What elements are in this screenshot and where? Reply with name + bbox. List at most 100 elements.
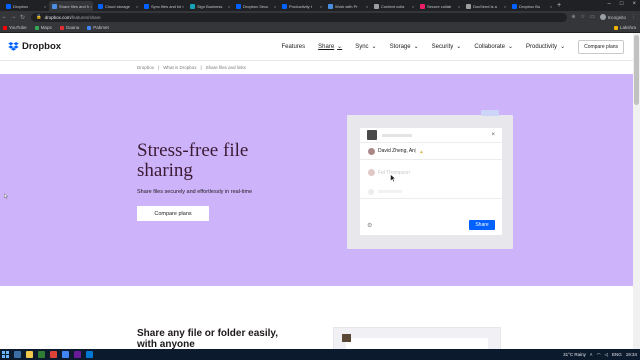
install-icon[interactable]: ⊕ [571, 14, 575, 20]
tab-close-icon[interactable]: × [504, 4, 506, 9]
incognito-label: Incognito [607, 14, 626, 20]
suggestion-row: Fel Thompson [360, 160, 502, 185]
tab-close-icon[interactable]: × [44, 4, 46, 9]
new-tab-button[interactable]: + [557, 1, 561, 11]
tab-favicon-icon [98, 3, 103, 9]
weather-text[interactable]: 31°C Rainy [563, 352, 586, 357]
nav-item-share[interactable]: Share ⌄ [318, 43, 342, 50]
chevron-down-icon: ⌄ [371, 44, 377, 50]
maximize-icon[interactable]: □ [620, 1, 624, 7]
bookmark-gaana[interactable]: Gaana [59, 25, 79, 30]
browser-tab[interactable]: Content colla × [371, 1, 415, 11]
back-icon[interactable]: ← [0, 14, 9, 20]
lock-icon: 🔒 [36, 14, 42, 19]
tab-close-icon[interactable]: × [136, 4, 138, 9]
illustration-tag [481, 110, 499, 116]
tab-close-icon[interactable]: × [458, 4, 460, 9]
browser-tab[interactable]: Productivity t × [279, 1, 323, 11]
bookmark-label: YouTube [9, 25, 27, 30]
nav-item-sync[interactable]: Sync ⌄ [355, 43, 376, 50]
browser-tab[interactable]: Dropbox × [3, 1, 47, 11]
browser-tab[interactable]: Cloud storage × [95, 1, 139, 11]
volume-icon[interactable]: ◁ [605, 352, 608, 358]
tab-close-icon[interactable]: × [274, 4, 276, 9]
browser-tab[interactable]: Secure collab × [417, 1, 461, 11]
wifi-icon[interactable]: ◠ [597, 352, 601, 358]
dialog-footer: ⚙ Share [360, 215, 502, 235]
language-indicator[interactable]: ENG [612, 352, 622, 357]
tab-favicon-icon [374, 3, 379, 9]
sparkle-icon: ✦ [419, 149, 424, 156]
nav-item-label: Sync [355, 44, 369, 50]
minimize-icon[interactable]: – [608, 1, 611, 7]
tab-search-icon[interactable]: ▭ [590, 14, 595, 20]
tab-close-icon[interactable]: × [182, 4, 184, 9]
page-scrollbar[interactable] [633, 33, 640, 349]
nav-item-security[interactable]: Security ⌄ [432, 43, 462, 50]
reload-icon[interactable]: ↻ [18, 14, 27, 21]
tray-chevron-icon[interactable]: ˄ [590, 352, 593, 357]
compare-plans-button[interactable]: Compare plans [137, 206, 209, 221]
pointer-cursor-icon [390, 174, 396, 182]
bookmark-star-icon[interactable]: ☆ [581, 14, 585, 20]
dropbox-navbar: Dropbox Features Share ⌄ Sync ⌄ Storage ⌄ Secur… [0, 33, 633, 61]
browser-tab[interactable]: Dropbox Bu × [509, 1, 553, 11]
tab-close-icon[interactable]: × [228, 4, 230, 9]
folder-icon [613, 25, 618, 30]
tab-close-icon[interactable]: × [412, 4, 414, 9]
file-explorer-icon[interactable] [26, 351, 33, 358]
search-icon[interactable] [14, 351, 21, 358]
browser-tab[interactable]: Dropbox Secu × [233, 1, 277, 11]
nav-item-storage[interactable]: Storage ⌄ [390, 43, 419, 50]
bookmark-folder-right[interactable]: Lakshra [613, 25, 636, 30]
nav-item-label: Share [318, 44, 335, 50]
nav-item-collaborate[interactable]: Collaborate ⌄ [474, 43, 513, 50]
browser-tab[interactable]: Work with Pr × [325, 1, 369, 11]
avatar [368, 147, 375, 155]
tab-favicon-icon [236, 3, 241, 9]
tab-close-icon[interactable]: × [550, 4, 552, 9]
close-icon: × [491, 132, 495, 138]
chevron-down-icon: ⌄ [337, 44, 343, 50]
menu-kebab-icon[interactable]: ⋮ [631, 14, 636, 20]
maps-icon [34, 25, 39, 30]
nav-item-label: Security [431, 44, 454, 50]
tab-close-icon[interactable]: × [320, 4, 322, 9]
chrome-icon[interactable] [62, 351, 69, 358]
browser-tab[interactable]: DocSend is a × [463, 1, 507, 11]
tab-close-icon[interactable]: × [366, 4, 368, 9]
bookmark-label: Pabmet [93, 25, 109, 30]
forward-icon[interactable]: → [9, 14, 18, 20]
close-window-icon[interactable]: × [632, 1, 636, 7]
tab-close-icon[interactable]: × [90, 4, 92, 9]
browser-tab[interactable]: Sign Business × [187, 1, 231, 11]
store-icon[interactable] [38, 351, 45, 358]
browser-tab[interactable]: Share files and folders× [49, 1, 93, 11]
share-dialog: × David Zheng, An | ✦ Fel Thompson ⚙ Sha… [360, 128, 502, 235]
bookmark-maps[interactable]: Maps [34, 25, 52, 30]
compare-plans-nav-button[interactable]: Compare plans [578, 39, 624, 54]
browser-tab[interactable]: Sync files and fold × [141, 1, 185, 11]
breadcrumb-item[interactable]: What is Dropbox [163, 65, 196, 70]
incognito-indicator[interactable]: Incognito [599, 14, 626, 20]
bookmark-label: Lakshra [619, 25, 636, 30]
bookmark-pabmet[interactable]: Pabmet [87, 25, 109, 30]
chevron-down-icon: ⌄ [456, 44, 462, 50]
windows-start-icon[interactable] [2, 351, 9, 358]
dropbox-logo[interactable]: Dropbox [8, 41, 61, 52]
gear-icon: ⚙ [367, 222, 373, 229]
clock[interactable]: 19:34 [626, 352, 637, 357]
breadcrumb-item[interactable]: Dropbox [137, 65, 154, 70]
tab-favicon-icon [52, 3, 57, 9]
recipients-field: David Zheng, An | ✦ [360, 143, 502, 160]
nav-item-features[interactable]: Features [281, 44, 305, 50]
url-path: /features/share [70, 14, 101, 20]
nav-item-productivity[interactable]: Productivity ⌄ [526, 43, 565, 50]
app-icon[interactable] [74, 351, 81, 358]
dialog-title-placeholder [382, 133, 412, 137]
scrollbar-thumb[interactable] [634, 35, 639, 105]
url-input[interactable]: 🔒 dropbox.com/features/share [31, 12, 567, 22]
app-icon[interactable] [50, 351, 57, 358]
edge-icon[interactable] [86, 351, 93, 358]
bookmark-youtube[interactable]: YouTube [3, 25, 27, 30]
